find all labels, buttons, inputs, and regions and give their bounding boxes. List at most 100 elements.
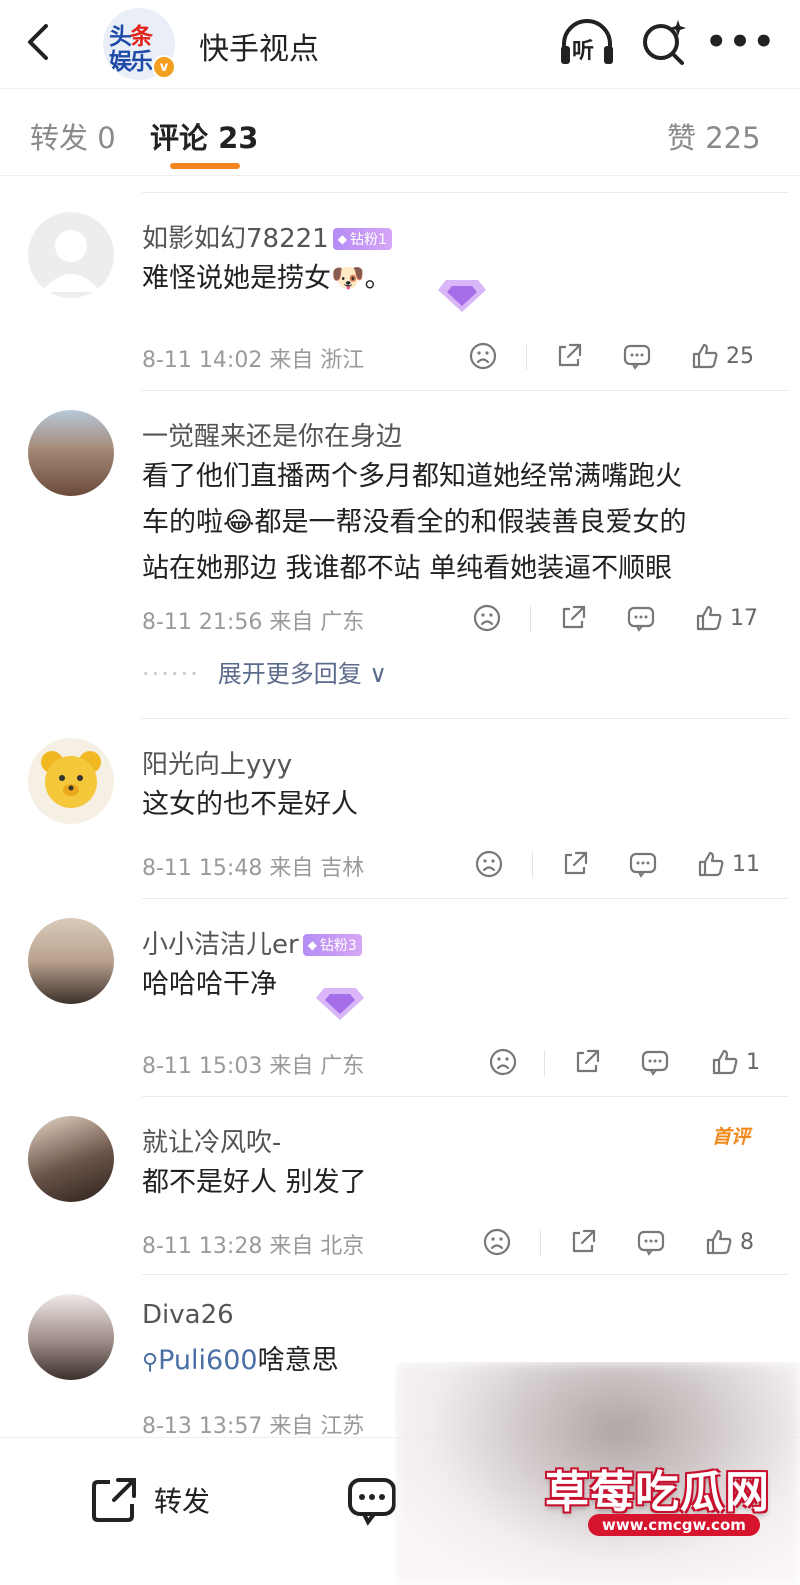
- comment-button[interactable]: [346, 1474, 398, 1526]
- share-icon: [562, 605, 586, 629]
- share-icon: [576, 1049, 600, 1073]
- comment-bubble-icon: [627, 606, 655, 632]
- topic-label: Puli600: [158, 1345, 258, 1376]
- tab-likes[interactable]: 赞 225: [667, 115, 761, 157]
- reply-button[interactable]: [626, 598, 656, 638]
- frown-icon: [475, 850, 503, 878]
- diamond-icon: ◆: [337, 232, 347, 246]
- dislike-button[interactable]: [482, 1222, 512, 1262]
- avatar[interactable]: [28, 410, 114, 496]
- comment-meta: 8-11 15:48 来自 吉林: [142, 856, 365, 881]
- comment-meta: 8-11 21:56 来自 广东: [142, 610, 365, 635]
- dislike-button[interactable]: [474, 844, 504, 884]
- reply-button[interactable]: [636, 1222, 666, 1262]
- dislike-button[interactable]: [472, 598, 502, 638]
- tab-repost[interactable]: 转发 0: [30, 115, 116, 157]
- like-button[interactable]: 25: [690, 336, 754, 376]
- share-icon: [92, 1478, 136, 1522]
- dislike-button[interactable]: [488, 1042, 518, 1082]
- comment-text-line: 看了他们直播两个多月都知道她经常满嘴跑火: [142, 461, 682, 492]
- back-button[interactable]: [18, 20, 58, 64]
- share-icon: [558, 343, 582, 367]
- comment-meta: 8-11 13:28 来自 北京: [142, 1234, 365, 1259]
- like-button[interactable]: 17: [694, 598, 758, 638]
- avatar[interactable]: [28, 1116, 114, 1202]
- default-avatar-icon: [41, 230, 101, 292]
- divider: [142, 718, 788, 719]
- like-count: 8: [740, 1229, 754, 1255]
- divider: [142, 898, 788, 899]
- reply-button[interactable]: [628, 844, 658, 884]
- thumbs-up-icon: [696, 605, 722, 631]
- avatar[interactable]: [28, 1294, 114, 1380]
- fan-badge: ◆ 钻粉3: [302, 934, 362, 956]
- share-button[interactable]: [572, 1042, 602, 1082]
- tab-comments[interactable]: 评论 23: [150, 115, 258, 157]
- avatar[interactable]: [28, 738, 114, 824]
- chevron-left-icon: [28, 24, 48, 60]
- like-button[interactable]: 8: [704, 1222, 754, 1262]
- diamond-icon: ◆: [307, 938, 317, 952]
- username-text: 如影如幻78221: [142, 224, 329, 254]
- thumbs-up-icon: [692, 343, 718, 369]
- share-icon: [572, 1229, 596, 1253]
- separator: [532, 852, 533, 878]
- like-count: 11: [732, 851, 760, 877]
- comment-bubble-icon: [637, 1230, 665, 1256]
- topic-link[interactable]: ⚲Puli600: [142, 1345, 258, 1376]
- separator: [544, 1050, 545, 1076]
- divider: [142, 1274, 788, 1275]
- share-button[interactable]: [568, 1222, 598, 1262]
- share-button[interactable]: [554, 336, 584, 376]
- username[interactable]: 一觉醒来还是你在身边: [142, 416, 402, 453]
- comment-text-line: 站在她那边 我谁都不站 单纯看她装逼不顺眼: [142, 553, 673, 584]
- share-button[interactable]: [560, 844, 590, 884]
- divider: [142, 1096, 788, 1097]
- comment-bubble-icon: [623, 344, 651, 370]
- comment-text: 这女的也不是好人: [142, 789, 358, 820]
- share-button[interactable]: [558, 598, 588, 638]
- watermark-url: www.cmcgw.com: [588, 1514, 760, 1536]
- verified-badge: v: [152, 55, 176, 79]
- username[interactable]: 就让冷风吹-: [142, 1122, 281, 1159]
- comment-bubble-icon: [348, 1478, 396, 1526]
- comment-text-line: 车的啦😂都是一帮没看全的和假装善良爱女的: [142, 507, 687, 538]
- avatar[interactable]: [28, 918, 114, 1004]
- separator: [540, 1230, 541, 1256]
- first-comment-badge: 首评: [712, 1126, 751, 1148]
- comment-actions: 25: [460, 336, 780, 376]
- username-text: 小小洁洁儿er: [142, 930, 299, 960]
- like-button[interactable]: 11: [696, 844, 760, 884]
- username[interactable]: 阳光向上yyy: [142, 744, 292, 781]
- avatar[interactable]: [28, 212, 114, 298]
- username[interactable]: 如影如幻78221 ◆ 钻粉1: [142, 218, 392, 255]
- divider: [142, 390, 788, 391]
- share-icon: [564, 851, 588, 875]
- dislike-button[interactable]: [468, 336, 498, 376]
- repost-button[interactable]: 转发: [88, 1474, 210, 1526]
- comment-actions: 8: [460, 1222, 780, 1262]
- separator: [530, 606, 531, 632]
- like-count: 17: [730, 605, 758, 631]
- comment-text-rest: 啥意思: [257, 1345, 339, 1376]
- chevron-down-icon: ∨: [369, 660, 387, 688]
- comment-meta: 8-13 13:57 来自 江苏: [142, 1414, 365, 1439]
- frown-icon: [469, 342, 497, 370]
- reply-button[interactable]: [622, 336, 652, 376]
- reply-button[interactable]: [640, 1042, 670, 1082]
- like-count: 25: [726, 343, 754, 369]
- more-options-icon[interactable]: •••: [705, 20, 774, 64]
- listen-button[interactable]: 听: [558, 16, 616, 70]
- separator: [526, 344, 527, 370]
- watermark-title: 草莓吃瓜网: [545, 1467, 770, 1518]
- expand-replies-button[interactable]: ······ 展开更多回复 ∨: [142, 654, 387, 689]
- username[interactable]: Diva26: [142, 1300, 234, 1330]
- search-button[interactable]: [640, 16, 690, 68]
- comment-meta: 8-11 15:03 来自 广东: [142, 1054, 365, 1079]
- like-button[interactable]: 1: [710, 1042, 760, 1082]
- expand-label: 展开更多回复: [217, 660, 362, 688]
- username[interactable]: 小小洁洁儿er ◆ 钻粉3: [142, 924, 362, 961]
- like-count: 1: [746, 1049, 760, 1075]
- comment-bubble-icon: [641, 1050, 669, 1076]
- divider: [142, 192, 788, 193]
